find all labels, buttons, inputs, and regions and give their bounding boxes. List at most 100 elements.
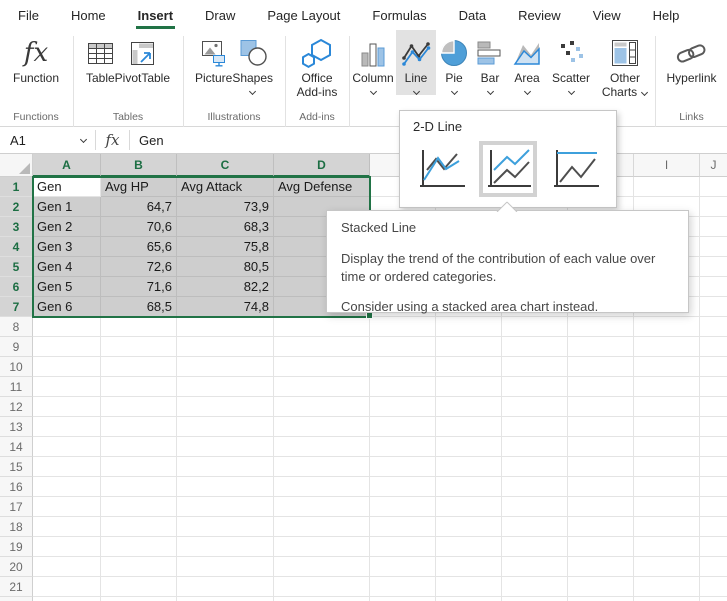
cell-I16[interactable]: [634, 477, 700, 497]
cell-F9[interactable]: [436, 337, 502, 357]
cell-B18[interactable]: [101, 517, 177, 537]
row-header-21[interactable]: 21: [0, 577, 33, 597]
insert-function-button[interactable]: fx: [96, 127, 129, 153]
cell-A7[interactable]: Gen 6: [33, 297, 101, 317]
cell-J7[interactable]: [700, 297, 727, 317]
cell-B13[interactable]: [101, 417, 177, 437]
cell-I21[interactable]: [634, 577, 700, 597]
cell-A15[interactable]: [33, 457, 101, 477]
cell-B17[interactable]: [101, 497, 177, 517]
cell-E14[interactable]: [370, 437, 436, 457]
cell-G13[interactable]: [502, 417, 568, 437]
cell-G14[interactable]: [502, 437, 568, 457]
cell-H9[interactable]: [568, 337, 634, 357]
cell-D22[interactable]: [274, 597, 370, 601]
cell-G11[interactable]: [502, 377, 568, 397]
tab-help[interactable]: Help: [651, 0, 682, 30]
cell-I10[interactable]: [634, 357, 700, 377]
row-header-9[interactable]: 9: [0, 337, 33, 357]
cell-E19[interactable]: [370, 537, 436, 557]
cell-C20[interactable]: [177, 557, 274, 577]
column-dropdown-chevron-icon[interactable]: [369, 89, 377, 95]
cell-H16[interactable]: [568, 477, 634, 497]
cell-A2[interactable]: Gen 1: [33, 197, 101, 217]
cell-I9[interactable]: [634, 337, 700, 357]
cell-H17[interactable]: [568, 497, 634, 517]
cell-F20[interactable]: [436, 557, 502, 577]
column-chart-button[interactable]: Column: [350, 30, 396, 95]
select-all-corner[interactable]: [0, 154, 33, 177]
cell-G18[interactable]: [502, 517, 568, 537]
cell-A6[interactable]: Gen 5: [33, 277, 101, 297]
cell-C13[interactable]: [177, 417, 274, 437]
tab-draw[interactable]: Draw: [203, 0, 237, 30]
cell-B5[interactable]: 72,6: [101, 257, 177, 277]
cell-B8[interactable]: [101, 317, 177, 337]
cell-J1[interactable]: [700, 177, 727, 197]
cell-B14[interactable]: [101, 437, 177, 457]
cell-H12[interactable]: [568, 397, 634, 417]
cell-A21[interactable]: [33, 577, 101, 597]
cell-D18[interactable]: [274, 517, 370, 537]
cell-A10[interactable]: [33, 357, 101, 377]
cell-A4[interactable]: Gen 3: [33, 237, 101, 257]
cell-A9[interactable]: [33, 337, 101, 357]
cell-F16[interactable]: [436, 477, 502, 497]
line-dropdown-chevron-icon[interactable]: [412, 89, 420, 95]
tab-insert[interactable]: Insert: [136, 0, 175, 30]
cell-B10[interactable]: [101, 357, 177, 377]
cell-D19[interactable]: [274, 537, 370, 557]
row-header-17[interactable]: 17: [0, 497, 33, 517]
cell-J22[interactable]: [700, 597, 727, 601]
cell-D1[interactable]: Avg Defense: [274, 177, 370, 197]
cell-I15[interactable]: [634, 457, 700, 477]
row-header-22[interactable]: [0, 597, 33, 601]
bar-chart-button[interactable]: Bar: [472, 30, 508, 95]
cell-D8[interactable]: [274, 317, 370, 337]
cell-A17[interactable]: [33, 497, 101, 517]
name-box-chevron-icon[interactable]: [79, 137, 87, 143]
row-header-16[interactable]: 16: [0, 477, 33, 497]
cell-I8[interactable]: [634, 317, 700, 337]
pivottable-button[interactable]: PivotTable: [115, 30, 170, 85]
column-header-A[interactable]: A: [33, 154, 101, 177]
cell-G8[interactable]: [502, 317, 568, 337]
bar-dropdown-chevron-icon[interactable]: [486, 89, 494, 95]
row-header-7[interactable]: 7: [0, 297, 33, 317]
cell-H19[interactable]: [568, 537, 634, 557]
column-header-D[interactable]: D: [274, 154, 370, 177]
cell-F15[interactable]: [436, 457, 502, 477]
cell-B20[interactable]: [101, 557, 177, 577]
cell-J12[interactable]: [700, 397, 727, 417]
cell-H18[interactable]: [568, 517, 634, 537]
cell-C11[interactable]: [177, 377, 274, 397]
cell-J9[interactable]: [700, 337, 727, 357]
cell-H11[interactable]: [568, 377, 634, 397]
dropdown-option-stacked-line[interactable]: [479, 141, 537, 197]
cell-C21[interactable]: [177, 577, 274, 597]
row-header-2[interactable]: 2: [0, 197, 33, 217]
cell-B15[interactable]: [101, 457, 177, 477]
cell-D11[interactable]: [274, 377, 370, 397]
tab-data[interactable]: Data: [457, 0, 488, 30]
cell-D16[interactable]: [274, 477, 370, 497]
cell-G19[interactable]: [502, 537, 568, 557]
cell-B6[interactable]: 71,6: [101, 277, 177, 297]
cell-J5[interactable]: [700, 257, 727, 277]
dropdown-option-100-stacked-line[interactable]: [547, 142, 603, 196]
cell-C22[interactable]: [177, 597, 274, 601]
row-header-6[interactable]: 6: [0, 277, 33, 297]
row-header-8[interactable]: 8: [0, 317, 33, 337]
cell-B21[interactable]: [101, 577, 177, 597]
row-header-3[interactable]: 3: [0, 217, 33, 237]
area-chart-button[interactable]: Area: [508, 30, 546, 95]
cell-J16[interactable]: [700, 477, 727, 497]
cell-A19[interactable]: [33, 537, 101, 557]
pie-chart-button[interactable]: Pie: [436, 30, 472, 95]
cell-A12[interactable]: [33, 397, 101, 417]
dropdown-option-line[interactable]: [413, 142, 469, 196]
cell-C10[interactable]: [177, 357, 274, 377]
cell-G16[interactable]: [502, 477, 568, 497]
cell-C16[interactable]: [177, 477, 274, 497]
cell-E20[interactable]: [370, 557, 436, 577]
